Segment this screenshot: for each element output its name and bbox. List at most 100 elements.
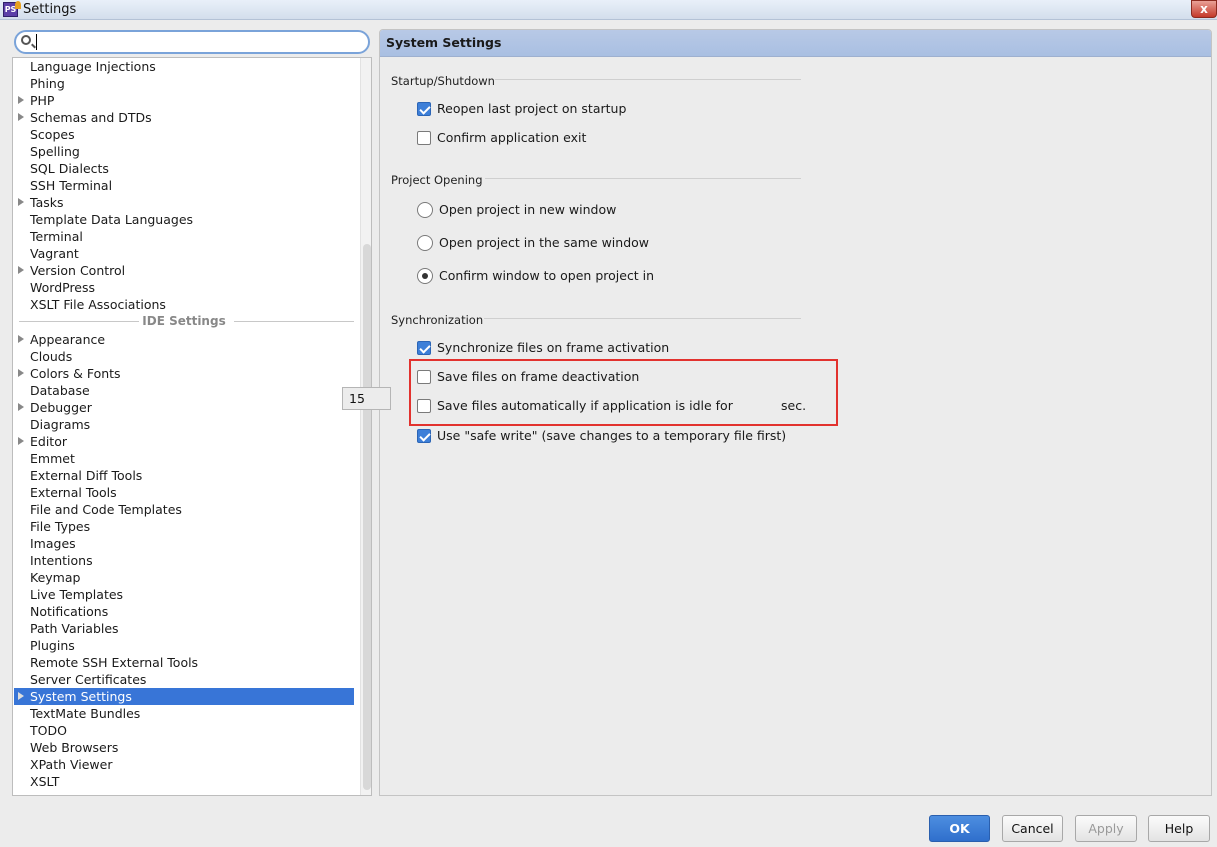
tree-item[interactable]: Spelling: [14, 143, 354, 160]
tree-item[interactable]: Vagrant: [14, 245, 354, 262]
tree-item-label: System Settings: [30, 689, 132, 704]
tree-item-label: Server Certificates: [30, 672, 147, 687]
tree-item-label: External Diff Tools: [30, 468, 143, 483]
expand-arrow-icon[interactable]: [18, 198, 24, 206]
tree-item[interactable]: External Tools: [14, 484, 354, 501]
tree-item[interactable]: SQL Dialects: [14, 160, 354, 177]
group-title-startup: Startup/Shutdown: [391, 74, 495, 88]
idle-seconds-input[interactable]: 15: [342, 387, 391, 410]
tree-scrollbar-thumb[interactable]: [363, 244, 371, 790]
tree-item[interactable]: Schemas and DTDs: [14, 109, 354, 126]
expand-arrow-icon[interactable]: [18, 96, 24, 104]
tree-item-label: Vagrant: [30, 246, 79, 261]
tree-item[interactable]: TODO: [14, 722, 354, 739]
tree-item-label: PHP: [30, 93, 55, 108]
tree-item-label: Version Control: [30, 263, 126, 278]
tree-item[interactable]: Terminal: [14, 228, 354, 245]
expand-arrow-icon[interactable]: [18, 335, 24, 343]
tree-item-label: Terminal: [30, 229, 83, 244]
search-icon: [21, 35, 31, 45]
tree-item-label: Schemas and DTDs: [30, 110, 152, 125]
expand-arrow-icon[interactable]: [18, 113, 24, 121]
tree-item[interactable]: File Types: [14, 518, 354, 535]
tree-item-label: Plugins: [30, 638, 75, 653]
tree-item[interactable]: Web Browsers: [14, 739, 354, 756]
tree-item[interactable]: Remote SSH External Tools: [14, 654, 354, 671]
help-button[interactable]: Help: [1148, 815, 1210, 842]
tree-scrollbar[interactable]: [360, 58, 371, 795]
expand-arrow-icon[interactable]: [18, 692, 24, 700]
title-bar: PS Settings x: [0, 0, 1217, 20]
tree-item[interactable]: Images: [14, 535, 354, 552]
annotation-highlight-box: [409, 359, 838, 426]
tree-item[interactable]: Diagrams: [14, 416, 354, 433]
tree-item[interactable]: Tasks: [14, 194, 354, 211]
apply-button[interactable]: Apply: [1075, 815, 1137, 842]
tree-item-label: Remote SSH External Tools: [30, 655, 199, 670]
checkbox[interactable]: [417, 341, 431, 355]
tree-item-label: Tasks: [30, 195, 64, 210]
expand-arrow-icon[interactable]: [18, 266, 24, 274]
tree-item[interactable]: Appearance: [14, 331, 354, 348]
checkbox[interactable]: [417, 429, 431, 443]
expand-arrow-icon[interactable]: [18, 369, 24, 377]
tree-item[interactable]: File and Code Templates: [14, 501, 354, 518]
tree-item[interactable]: Intentions: [14, 552, 354, 569]
tree-item-label: Path Variables: [30, 621, 119, 636]
tree-item[interactable]: Keymap: [14, 569, 354, 586]
search-box[interactable]: [14, 30, 370, 54]
close-button[interactable]: x: [1191, 0, 1217, 18]
tree-item[interactable]: System Settings: [14, 688, 354, 705]
tree-item-label: Scopes: [30, 127, 75, 142]
tree-item-label: Emmet: [30, 451, 75, 466]
tree-item[interactable]: Plugins: [14, 637, 354, 654]
tree-item[interactable]: Editor: [14, 433, 354, 450]
tree-item[interactable]: Server Certificates: [14, 671, 354, 688]
tree-item-label: XSLT File Associations: [30, 297, 166, 312]
expand-arrow-icon[interactable]: [18, 437, 24, 445]
tree-item[interactable]: Database: [14, 382, 354, 399]
tree-item[interactable]: Clouds: [14, 348, 354, 365]
tree-item[interactable]: Colors & Fonts: [14, 365, 354, 382]
checkbox[interactable]: [417, 131, 431, 145]
radio-button[interactable]: [417, 268, 433, 284]
tree-item-label: Keymap: [30, 570, 81, 585]
radio-button[interactable]: [417, 235, 433, 251]
search-input[interactable]: [36, 34, 356, 50]
group-title-synchronization: Synchronization: [391, 313, 484, 327]
tree-item[interactable]: XPath Viewer: [14, 756, 354, 773]
expand-arrow-icon[interactable]: [18, 403, 24, 411]
tree-item-label: Appearance: [30, 332, 106, 347]
tree-item[interactable]: XSLT: [14, 773, 354, 790]
tree-item[interactable]: WordPress: [14, 279, 354, 296]
tree-item-label: TextMate Bundles: [30, 706, 141, 721]
tree-item[interactable]: External Diff Tools: [14, 467, 354, 484]
tree-item-label: Spelling: [30, 144, 80, 159]
radio-button[interactable]: [417, 202, 433, 218]
tree-item-label: XPath Viewer: [30, 757, 113, 772]
tree-item-label: Debugger: [30, 400, 92, 415]
tree-item-label: SSH Terminal: [30, 178, 113, 193]
cancel-button[interactable]: Cancel: [1002, 815, 1063, 842]
tree-item[interactable]: Phing: [14, 75, 354, 92]
tree-item[interactable]: Version Control: [14, 262, 354, 279]
checkbox[interactable]: [417, 102, 431, 116]
tree-item[interactable]: Template Data Languages: [14, 211, 354, 228]
tree-item-label: Phing: [30, 76, 65, 91]
tree-item[interactable]: Debugger: [14, 399, 354, 416]
tree-item[interactable]: TextMate Bundles: [14, 705, 354, 722]
settings-tree[interactable]: Language Injections Phing PHP Schemas and D…: [12, 57, 372, 796]
tree-item[interactable]: SSH Terminal: [14, 177, 354, 194]
tree-item[interactable]: Notifications: [14, 603, 354, 620]
tree-item[interactable]: Live Templates: [14, 586, 354, 603]
ok-button[interactable]: OK: [929, 815, 990, 842]
tree-item-label: Images: [30, 536, 76, 551]
ide-settings-separator: IDE Settings: [14, 313, 354, 330]
tree-item[interactable]: Scopes: [14, 126, 354, 143]
tree-item[interactable]: PHP: [14, 92, 354, 109]
tree-item-label: Diagrams: [30, 417, 91, 432]
tree-item[interactable]: Language Injections: [14, 58, 354, 75]
tree-item[interactable]: XSLT File Associations: [14, 296, 354, 313]
tree-item[interactable]: Emmet: [14, 450, 354, 467]
tree-item[interactable]: Path Variables: [14, 620, 354, 637]
